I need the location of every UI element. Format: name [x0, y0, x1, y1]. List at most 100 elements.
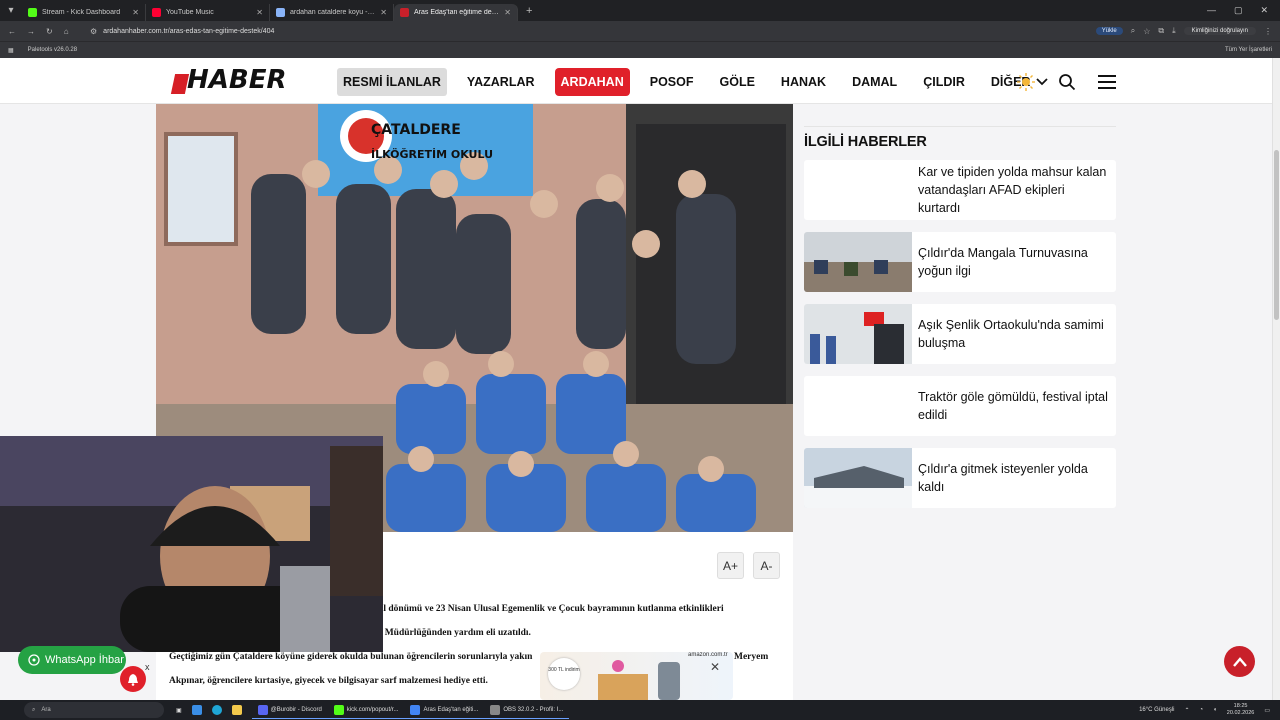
taskbar-search-icon: ⌕ — [32, 706, 36, 713]
taskbar-search-placeholder: Ara — [41, 707, 51, 713]
task-view-icon[interactable]: ▣ — [176, 707, 182, 714]
article-paragraph-3-tail: Meryem — [734, 652, 769, 662]
network-icon[interactable]: ◔ — [1200, 707, 1204, 713]
ad-banner[interactable]: 300 TL indirim amazon.com.tr ✕ — [540, 652, 733, 700]
related-news-card[interactable]: Aşık Şenlik Ortaokulu'nda samimi buluşma — [804, 304, 1116, 364]
nav-item[interactable]: ARDAHAN — [554, 68, 630, 96]
nav-item[interactable]: YAZARLAR — [461, 68, 541, 96]
home-icon[interactable]: ⌂ — [64, 27, 69, 36]
whatsapp-report-button[interactable]: WhatsApp İhbar — [18, 646, 126, 674]
browser-menu-icon[interactable]: ⋮ — [1264, 27, 1272, 36]
browser-tab[interactable]: ardahan cataldere koyu - Goog ✕ — [270, 3, 394, 21]
related-news-card[interactable]: Çıldır'da Mangala Turnuvasına yoğun ilgi — [804, 232, 1116, 292]
close-window-icon[interactable]: ✕ — [1260, 5, 1268, 16]
tab-close-icon[interactable]: ✕ — [504, 8, 511, 17]
verify-identity-button[interactable]: Kimliğinizi doğrulayın — [1183, 27, 1256, 35]
browser-tab[interactable]: YouTube Music ✕ — [146, 3, 270, 21]
url-field[interactable]: ardahanhaber.com.tr/aras-edas-tan-egitim… — [103, 28, 274, 35]
scrollbar-thumb[interactable] — [1274, 150, 1279, 320]
extensions-icon[interactable]: ⧉ — [1158, 26, 1164, 36]
maximize-icon[interactable]: ▢ — [1234, 5, 1243, 16]
ad-product-image — [598, 660, 680, 700]
browser-tab-bar: ▾ Stream - Kick Dashboard ✕ YouTube Musi… — [0, 0, 1280, 21]
nav-item[interactable]: POSOF — [644, 68, 700, 96]
tab-title: ardahan cataldere koyu - Goog — [290, 8, 375, 16]
minimize-icon[interactable]: — — [1207, 5, 1216, 16]
notifications-icon[interactable]: ▭ — [1264, 707, 1270, 714]
taskbar-app-label: OBS 32.0.2 - Profil: I... — [503, 706, 564, 713]
tab-close-icon[interactable]: ✕ — [132, 8, 139, 17]
download-icon[interactable]: ⤓ — [1172, 26, 1176, 36]
file-explorer-icon[interactable] — [231, 705, 242, 715]
all-bookmarks[interactable]: Tüm Yer İşaretleri — [1225, 47, 1280, 53]
taskbar-app-label: @Burobir - Discord — [270, 706, 322, 713]
window-controls: — ▢ ✕ — [1207, 5, 1280, 16]
system-clock[interactable]: 18:25 20.02.2026 — [1227, 703, 1255, 717]
back-icon[interactable]: ← — [8, 27, 16, 36]
related-news-headline[interactable]: Çıldır'a gitmek isteyenler yolda kaldı — [912, 460, 1116, 496]
weather-label[interactable]: 16°C Güneşli — [1139, 707, 1174, 713]
related-news-thumbnail[interactable] — [804, 160, 912, 220]
related-news-thumbnail[interactable] — [804, 448, 912, 508]
apps-grid-icon[interactable]: ▦ — [8, 47, 14, 54]
search-icon[interactable] — [1058, 73, 1076, 91]
bookmark-paletools[interactable]: Paletools v26.0.28 — [28, 47, 77, 53]
tray-expand-icon[interactable]: ⌃ — [1185, 707, 1190, 714]
theme-toggle-sun-icon[interactable] — [1016, 72, 1036, 92]
zoom-icon[interactable]: ⌕ — [1131, 26, 1135, 36]
taskbar-app-icon — [333, 704, 344, 715]
font-increase-button[interactable]: A+ — [717, 552, 744, 579]
bell-icon — [128, 673, 138, 686]
related-news-card[interactable]: Çıldır'a gitmek isteyenler yolda kaldı — [804, 448, 1116, 508]
browser-tab[interactable]: Stream - Kick Dashboard ✕ — [22, 3, 146, 21]
copilot-icon[interactable] — [191, 705, 202, 715]
bookmark-star-icon[interactable]: ☆ — [1143, 27, 1150, 36]
nav-item[interactable]: RESMİ İLANLAR — [337, 68, 447, 96]
bookmarks-bar: ▦ Paletools v26.0.28 Tüm Yer İşaretleri — [0, 41, 1280, 58]
whatsapp-close-button[interactable]: x — [145, 662, 150, 672]
ad-close-icon[interactable]: ✕ — [710, 660, 720, 674]
tab-close-icon[interactable]: ✕ — [380, 8, 387, 17]
related-news-card[interactable]: Traktör göle gömüldü, festival iptal edi… — [804, 376, 1116, 436]
nav-item[interactable]: GÖLE — [714, 68, 761, 96]
forward-icon[interactable]: → — [27, 27, 35, 36]
browser-tab[interactable]: Aras Edaş'tan eğitime destek - ✕ — [394, 3, 518, 21]
tab-search-icon[interactable]: ▾ — [0, 0, 22, 21]
taskbar-app[interactable]: Aras Edaş'tan eğiti... — [404, 701, 485, 719]
upload-button[interactable]: Yükle — [1095, 27, 1123, 35]
related-news-headline[interactable]: Aşık Şenlik Ortaokulu'nda samimi buluşma — [912, 316, 1116, 352]
related-news-headline[interactable]: Çıldır'da Mangala Turnuvasına yoğun ilgi — [912, 244, 1116, 280]
new-tab-button[interactable]: + — [526, 5, 532, 17]
notification-bell-button[interactable] — [120, 666, 146, 692]
volume-icon[interactable]: ◖ — [1213, 707, 1217, 713]
related-news-headline[interactable]: Traktör göle gömüldü, festival iptal edi… — [912, 388, 1116, 424]
tab-close-icon[interactable]: ✕ — [256, 8, 263, 17]
hamburger-menu-icon[interactable] — [1098, 74, 1116, 90]
nav-item[interactable]: DAMAL — [846, 68, 903, 96]
taskbar-search[interactable]: ⌕ Ara — [24, 702, 164, 718]
clock-time: 18:25 — [1233, 703, 1248, 709]
edge-icon[interactable] — [211, 705, 222, 715]
site-info-icon[interactable]: ⚙ — [90, 27, 97, 36]
related-news-headline[interactable]: Kar ve tipiden yolda mahsur kalan vatand… — [912, 163, 1116, 217]
tab-title: Stream - Kick Dashboard — [42, 8, 121, 16]
taskbar-app[interactable]: kick.com/popout/r... — [327, 701, 405, 719]
font-decrease-button[interactable]: A- — [753, 552, 780, 579]
related-news-thumbnail[interactable] — [804, 376, 912, 436]
related-news-card[interactable]: Kar ve tipiden yolda mahsur kalan vatand… — [804, 160, 1116, 220]
whatsapp-icon — [28, 654, 40, 666]
nav-item[interactable]: HANAK — [775, 68, 832, 96]
related-news-thumbnail[interactable] — [804, 304, 912, 364]
logo-text: HABER — [187, 65, 287, 95]
nav-item[interactable]: ÇILDIR — [917, 68, 971, 96]
taskbar-app[interactable]: OBS 32.0.2 - Profil: I... — [484, 701, 570, 719]
reload-icon[interactable]: ↻ — [46, 27, 53, 36]
ad-discount-badge: 300 TL indirim — [548, 658, 580, 690]
taskbar-app-icon — [410, 704, 421, 715]
site-logo[interactable]: HABER — [170, 65, 303, 96]
page-scrollbar[interactable] — [1272, 58, 1280, 700]
taskbar-app[interactable]: @Burobir - Discord — [251, 701, 328, 719]
related-news-thumbnail[interactable] — [804, 232, 912, 292]
scroll-to-top-button[interactable] — [1224, 646, 1255, 677]
taskbar-apps: @Burobir - Discord kick.com/popout/r... … — [251, 701, 570, 719]
